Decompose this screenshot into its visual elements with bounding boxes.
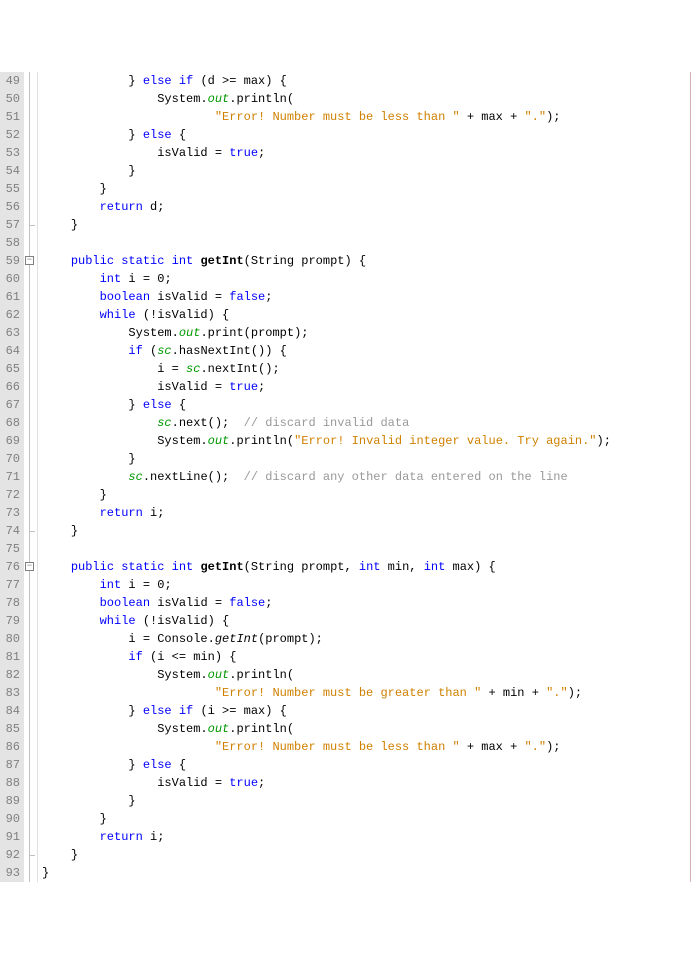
code-line[interactable]: } [42,450,690,468]
line-number: 88 [2,774,20,792]
line-number: 82 [2,666,20,684]
code-line[interactable]: } [42,846,690,864]
line-number: 69 [2,432,20,450]
code-line[interactable]: } else if (i >= max) { [42,702,690,720]
code-line[interactable]: System.out.println( [42,666,690,684]
line-number: 64 [2,342,20,360]
fold-end [29,850,35,856]
line-number: 85 [2,720,20,738]
code-area[interactable]: } else if (d >= max) { System.out.printl… [38,72,690,882]
code-line[interactable]: System.out.println( [42,720,690,738]
code-line[interactable]: public static int getInt(String prompt) … [42,252,690,270]
line-number: 77 [2,576,20,594]
line-number: 80 [2,630,20,648]
line-number: 72 [2,486,20,504]
line-number: 75 [2,540,20,558]
line-number: 59 [2,252,20,270]
code-line[interactable]: isValid = true; [42,144,690,162]
code-line[interactable]: if (i <= min) { [42,648,690,666]
code-line[interactable]: int i = 0; [42,270,690,288]
fold-toggle[interactable]: − [25,562,34,571]
code-line[interactable]: System.out.println("Error! Invalid integ… [42,432,690,450]
code-line[interactable]: return d; [42,198,690,216]
line-number: 67 [2,396,20,414]
line-number: 79 [2,612,20,630]
line-number: 73 [2,504,20,522]
fold-toggle[interactable]: − [25,256,34,265]
line-number: 62 [2,306,20,324]
code-line[interactable] [42,540,690,558]
line-number: 56 [2,198,20,216]
code-line[interactable]: isValid = true; [42,378,690,396]
line-number: 57 [2,216,20,234]
code-line[interactable]: sc.nextLine(); // discard any other data… [42,468,690,486]
line-number: 92 [2,846,20,864]
line-number: 90 [2,810,20,828]
code-line[interactable]: } [42,162,690,180]
code-line[interactable]: sc.next(); // discard invalid data [42,414,690,432]
line-number: 86 [2,738,20,756]
line-number: 55 [2,180,20,198]
line-number: 89 [2,792,20,810]
code-line[interactable]: i = Console.getInt(prompt); [42,630,690,648]
line-number: 50 [2,90,20,108]
code-line[interactable]: int i = 0; [42,576,690,594]
code-line[interactable]: } else if (d >= max) { [42,72,690,90]
line-number: 52 [2,126,20,144]
line-number: 70 [2,450,20,468]
line-number: 78 [2,594,20,612]
line-number: 83 [2,684,20,702]
fold-end [29,220,35,226]
code-line[interactable]: "Error! Number must be greater than " + … [42,684,690,702]
code-line[interactable]: } [42,216,690,234]
code-line[interactable]: i = sc.nextInt(); [42,360,690,378]
code-line[interactable]: System.out.println( [42,90,690,108]
line-number: 66 [2,378,20,396]
code-line[interactable]: "Error! Number must be less than " + max… [42,108,690,126]
code-line[interactable]: if (sc.hasNextInt()) { [42,342,690,360]
code-line[interactable]: isValid = true; [42,774,690,792]
code-line[interactable] [42,234,690,252]
line-number: 51 [2,108,20,126]
line-number: 65 [2,360,20,378]
code-line[interactable]: } [42,792,690,810]
line-number: 76 [2,558,20,576]
code-line[interactable]: } [42,810,690,828]
code-line[interactable]: "Error! Number must be less than " + max… [42,738,690,756]
code-line[interactable]: } [42,522,690,540]
code-line[interactable]: public static int getInt(String prompt, … [42,558,690,576]
code-editor: 4950515253545556575859606162636465666768… [0,72,691,882]
line-number: 71 [2,468,20,486]
code-line[interactable]: } [42,180,690,198]
code-line[interactable]: return i; [42,504,690,522]
code-line[interactable]: return i; [42,828,690,846]
line-number-gutter: 4950515253545556575859606162636465666768… [0,72,24,882]
code-line[interactable]: boolean isValid = false; [42,594,690,612]
line-number: 60 [2,270,20,288]
line-number: 84 [2,702,20,720]
line-number: 61 [2,288,20,306]
code-line[interactable]: while (!isValid) { [42,612,690,630]
code-line[interactable]: boolean isValid = false; [42,288,690,306]
line-number: 63 [2,324,20,342]
fold-gutter: −− [24,72,38,882]
line-number: 54 [2,162,20,180]
line-number: 87 [2,756,20,774]
line-number: 53 [2,144,20,162]
code-line[interactable]: System.out.print(prompt); [42,324,690,342]
line-number: 58 [2,234,20,252]
line-number: 49 [2,72,20,90]
line-number: 91 [2,828,20,846]
line-number: 74 [2,522,20,540]
fold-end [29,526,35,532]
code-line[interactable]: } [42,864,690,882]
code-line[interactable]: } else { [42,396,690,414]
code-line[interactable]: while (!isValid) { [42,306,690,324]
line-number: 81 [2,648,20,666]
code-line[interactable]: } else { [42,126,690,144]
line-number: 68 [2,414,20,432]
code-line[interactable]: } else { [42,756,690,774]
line-number: 93 [2,864,20,882]
code-line[interactable]: } [42,486,690,504]
